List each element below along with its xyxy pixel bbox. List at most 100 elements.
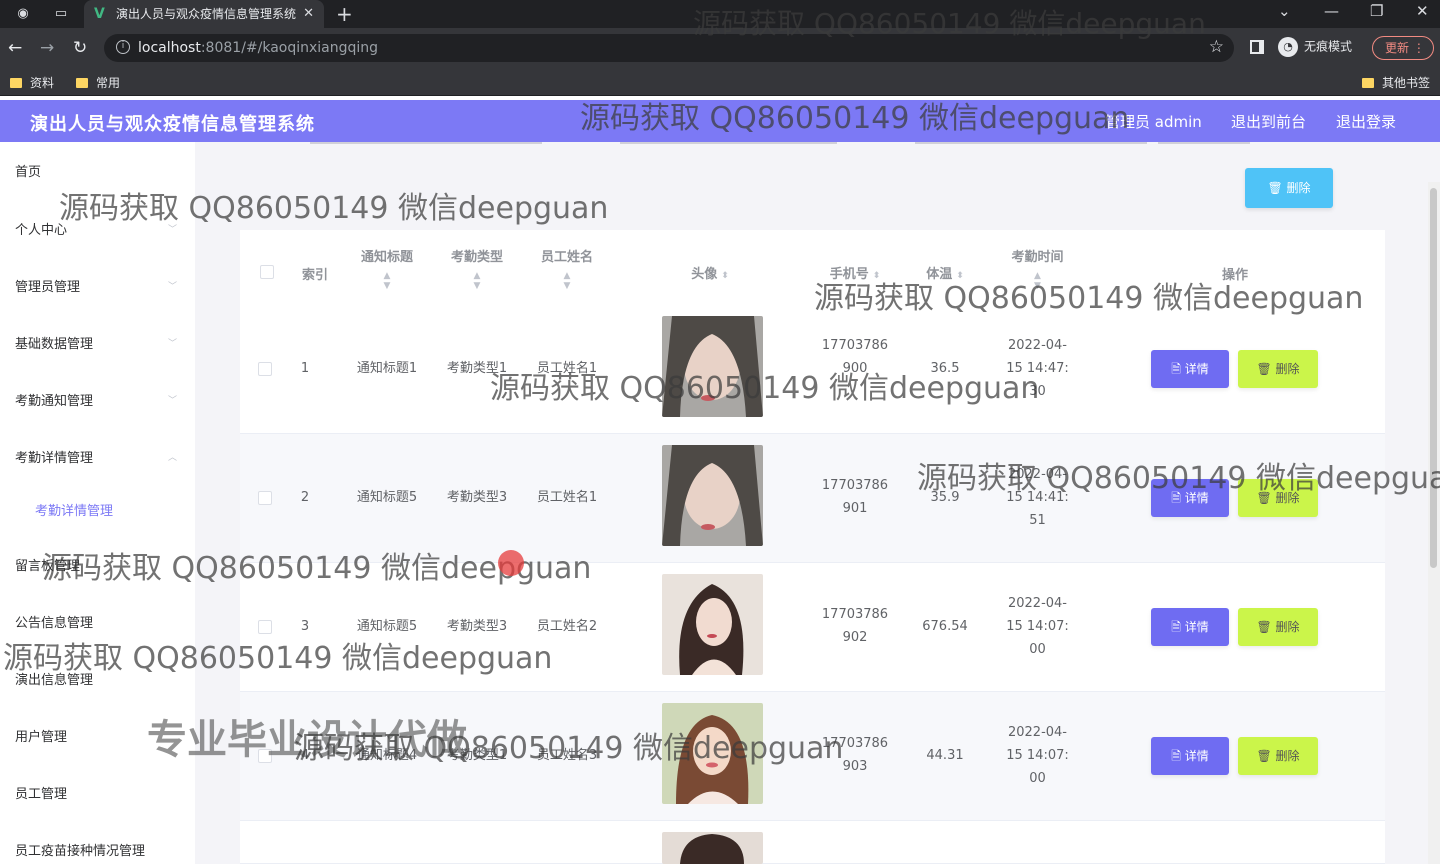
col-temp[interactable]: 体温 ⬍: [905, 263, 985, 282]
batch-delete-button[interactable]: 🗑 删除: [1245, 168, 1333, 208]
sort-icon[interactable]: ⬍: [956, 271, 964, 281]
search-button-border[interactable]: [1158, 142, 1250, 144]
folder-icon: [1362, 78, 1374, 88]
cell-index: 1: [300, 361, 310, 376]
sidebar-item-message-board[interactable]: 留言板管理: [15, 555, 80, 574]
col-name[interactable]: 员工姓名 ▲ ▼: [525, 246, 609, 291]
chevron-down-icon: ﹀: [168, 282, 178, 292]
table-row: 3 通知标题5 考勤类型3 员工姓名2 17703786 902 676.54 2…: [240, 563, 1385, 692]
sort-icon[interactable]: ▲ ▼: [985, 271, 1090, 291]
scrollbar-thumb[interactable]: [1430, 188, 1437, 568]
sidebar: 首页 个人中心 ﹀ 管理员管理 ﹀ 基础数据管理 ﹀ 考勤通知管理 ﹀ 考勤详情…: [0, 142, 195, 864]
sort-icon[interactable]: ▲ ▼: [345, 271, 429, 291]
forward-icon[interactable]: →: [40, 38, 54, 58]
sort-icon[interactable]: ⬍: [873, 271, 881, 281]
side-panel-icon[interactable]: [1250, 40, 1264, 54]
search-field-border[interactable]: [310, 142, 542, 144]
col-type[interactable]: 考勤类型 ▲ ▼: [435, 246, 519, 291]
row-checkbox[interactable]: [258, 491, 272, 505]
sidebar-item-employees[interactable]: 员工管理: [15, 783, 67, 802]
sidebar-item-basic-data[interactable]: 基础数据管理: [15, 333, 93, 352]
tab-close-icon[interactable]: ✕: [303, 0, 314, 28]
incognito-indicator[interactable]: ◔ 无痕模式: [1278, 37, 1352, 57]
sidebar-item-announcement[interactable]: 公告信息管理: [15, 612, 93, 631]
cell-index: 4: [300, 748, 310, 763]
window-close-icon[interactable]: ✕: [1416, 2, 1429, 20]
cell-type: 考勤类型3: [446, 490, 508, 505]
detail-button[interactable]: 🗎 详情: [1151, 350, 1229, 388]
cell-title: 通知标题5: [356, 619, 418, 634]
other-bookmarks[interactable]: 其他书签: [1362, 74, 1430, 91]
detail-button[interactable]: 🗎 详情: [1151, 608, 1229, 646]
cell-temp: 44.31: [926, 748, 964, 763]
col-index: 索引: [301, 268, 328, 283]
sidebar-item-users[interactable]: 用户管理: [15, 726, 67, 745]
cell-index: 3: [300, 619, 310, 634]
attendance-table: 索引 通知标题 ▲ ▼ 考勤类型 ▲ ▼ 员工姓名 ▲ ▼ 头像 ⬍ 手机号 ⬍ 体温 ⬍ 考勤时…: [240, 230, 1385, 864]
sidebar-item-attendance-notice[interactable]: 考勤通知管理: [15, 390, 93, 409]
avatar-image: [662, 445, 763, 546]
detail-button[interactable]: 🗎 详情: [1151, 479, 1229, 517]
maximize-icon[interactable]: ❐: [1370, 2, 1383, 20]
chevron-down-icon: ﹀: [168, 339, 178, 349]
select-all-checkbox[interactable]: [260, 265, 274, 279]
cell-temp: 35.9: [930, 490, 960, 505]
sidebar-item-attendance-detail[interactable]: 考勤详情管理: [15, 447, 93, 466]
sidebar-subitem-attendance-detail[interactable]: 考勤详情管理: [35, 500, 113, 519]
cell-name: 员工姓名1: [536, 361, 598, 376]
cell-phone: 17703786 901: [821, 478, 889, 516]
sort-icon[interactable]: ▲ ▼: [435, 271, 519, 291]
sidebar-item-home[interactable]: 首页: [15, 161, 41, 180]
detail-button[interactable]: 🗎 详情: [1151, 737, 1229, 775]
delete-button[interactable]: 🗑 删除: [1238, 479, 1318, 517]
sidebar-item-profile[interactable]: 个人中心: [15, 219, 67, 238]
avatar-image: [662, 703, 763, 804]
row-checkbox[interactable]: [258, 749, 272, 763]
delete-button[interactable]: 🗑 删除: [1238, 608, 1318, 646]
folder-icon: [10, 78, 22, 88]
cell-title: 通知标题4: [356, 748, 418, 763]
table-row: [240, 821, 1385, 864]
bookmark-folder-2[interactable]: 常用: [76, 74, 120, 91]
delete-button[interactable]: 🗑 删除: [1238, 350, 1318, 388]
cell-name: 员工姓名3: [536, 748, 598, 763]
sidebar-item-performance[interactable]: 演出信息管理: [15, 669, 93, 688]
browser-menu-icon[interactable]: ◉: [14, 5, 32, 23]
url-input[interactable]: i localhost:8081/#/kaoqinxiangqing ☆: [104, 34, 1234, 62]
incognito-icon: ◔: [1278, 37, 1298, 57]
bookmark-folder-1[interactable]: 资料: [10, 74, 54, 91]
reload-icon[interactable]: ↻: [73, 38, 87, 58]
cell-name: 员工姓名1: [536, 490, 598, 505]
col-title[interactable]: 通知标题 ▲ ▼: [345, 246, 429, 291]
avatar: [662, 703, 763, 804]
app-title: 演出人员与观众疫情信息管理系统: [30, 114, 315, 135]
sort-icon[interactable]: ▲ ▼: [525, 271, 609, 291]
search-field-border[interactable]: [620, 142, 837, 144]
back-to-front-link[interactable]: 退出到前台: [1231, 111, 1306, 132]
cell-time: 2022-04- 15 14:07: 00: [1006, 725, 1069, 786]
delete-button[interactable]: 🗑 删除: [1238, 737, 1318, 775]
chevron-up-icon: ︿: [168, 453, 178, 463]
sort-icon[interactable]: ⬍: [721, 271, 729, 281]
back-icon[interactable]: ←: [8, 38, 22, 58]
row-checkbox[interactable]: [258, 362, 272, 376]
folder-icon: [76, 78, 88, 88]
col-time[interactable]: 考勤时间 ▲ ▼: [985, 246, 1090, 291]
tab-search-icon[interactable]: ▭: [52, 5, 70, 23]
browser-tab[interactable]: V 演出人员与观众疫情信息管理系统 ✕: [84, 0, 324, 28]
row-checkbox[interactable]: [258, 620, 272, 634]
sidebar-item-admin[interactable]: 管理员管理: [15, 276, 80, 295]
cell-type: 考勤类型1: [446, 361, 508, 376]
logout-link[interactable]: 退出登录: [1336, 111, 1396, 132]
minimize-icon[interactable]: —: [1324, 2, 1339, 20]
col-phone[interactable]: 手机号 ⬍: [810, 263, 900, 282]
search-field-border[interactable]: [915, 142, 1147, 144]
update-button[interactable]: 更新 ⋮: [1372, 36, 1434, 60]
cell-phone: 17703786 900: [821, 338, 889, 376]
bookmark-star-icon[interactable]: ☆: [1209, 37, 1224, 57]
col-avatar[interactable]: 头像 ⬍: [660, 263, 760, 282]
new-tab-icon[interactable]: +: [336, 2, 353, 26]
site-info-icon[interactable]: i: [116, 40, 130, 54]
tab-list-chevron-icon[interactable]: ⌄: [1278, 2, 1291, 20]
sidebar-item-vaccine[interactable]: 员工疫苗接种情况管理: [15, 840, 145, 859]
